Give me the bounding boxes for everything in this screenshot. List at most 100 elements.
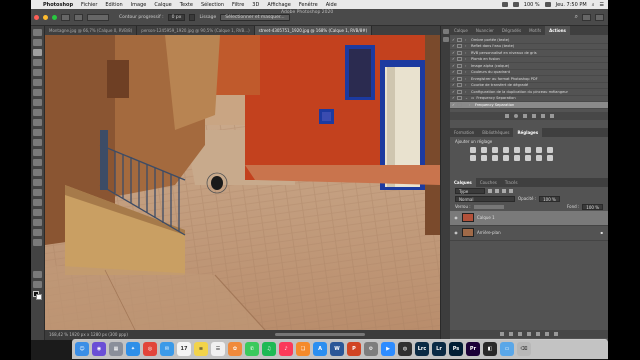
menu-selection[interactable]: Sélection [201,2,224,8]
action-item-selected[interactable]: ✓ › Frequency Separation [450,102,608,109]
gradient-tool-icon[interactable] [33,149,42,156]
quick-select-tool-icon[interactable] [33,59,42,66]
dialog-toggle[interactable] [457,102,462,107]
folder-icon[interactable]: ▭ [500,342,514,356]
check-icon[interactable]: ✓ [450,64,457,68]
eyedropper-tool-icon[interactable] [33,89,42,96]
more-tools-icon[interactable] [33,239,42,246]
new-layer-icon[interactable] [545,332,549,336]
tab-actions[interactable]: Actions [545,26,570,35]
music-icon[interactable]: ♪ [279,342,293,356]
lightroom-classic-icon[interactable]: Lrc [415,342,429,356]
new-action-icon[interactable] [540,113,545,118]
trash-icon[interactable] [549,113,554,118]
layer-row[interactable]: ◉ Arrière-plan ▪ [450,226,608,241]
select-and-mask-button[interactable]: Sélectionner et masquer... [220,13,290,21]
tab-reglages[interactable]: Réglages [513,127,543,137]
history-panel-icon[interactable] [442,29,449,34]
tab-person[interactable]: person-1245959_1920.jpg @ 90,5% (Calque … [137,26,255,35]
spotlight-icon[interactable]: ⌕ [592,2,595,8]
check-icon[interactable]: ✓ [450,83,457,87]
minimize-window-button[interactable] [43,14,48,20]
triangle-icon[interactable] [525,146,531,153]
brightness-contrast-icon[interactable] [470,146,476,153]
photo-filter-icon[interactable] [481,154,487,161]
properties-panel-icon[interactable] [442,37,449,42]
check-icon[interactable]: ✓ [450,70,457,74]
invert-icon[interactable] [514,154,520,161]
vibrance-icon[interactable] [514,146,520,153]
app-menu-name[interactable]: Photoshop [43,2,73,8]
document-canvas[interactable] [45,35,440,330]
tab-montagne[interactable]: Montagne.jpg @ 66,7% (Calque 0, RVB/8) [45,26,138,35]
tab-couches[interactable]: Couches [476,178,501,187]
tab-nuancier[interactable]: Nuancier [472,26,498,35]
dialog-toggle[interactable] [457,50,462,55]
adjustment-filter-icon[interactable] [495,188,499,193]
safari-icon[interactable]: ✦ [126,342,140,356]
trash-icon[interactable]: ⌫ [517,342,531,356]
rectangle-tool-icon[interactable] [33,209,42,216]
launchpad-icon[interactable]: ▦ [109,342,123,356]
hue-saturation-icon[interactable] [536,146,542,153]
zoom-window-button[interactable] [52,14,57,20]
tab-calques[interactable]: Calques [450,177,476,187]
fill-input[interactable]: 100 % [582,203,603,210]
layer-name[interactable]: Calque 1 [477,215,495,220]
history-brush-tool-icon[interactable] [33,129,42,136]
menu-aide[interactable]: Aide [326,2,337,8]
pixel-filter-icon[interactable] [488,188,492,193]
tab-bibliotheques[interactable]: Bibliothèques [478,128,513,137]
quick-mask-icon[interactable] [33,271,42,278]
dialog-toggle[interactable] [457,57,462,62]
tab-street[interactable]: street-4305751_1920.jpg @ 168% (Calque 1… [254,26,373,35]
menu-calque[interactable]: Calque [154,2,171,8]
search-icon[interactable]: ⌕ [575,13,578,21]
levels-icon[interactable] [481,146,487,153]
selection-mode-icon[interactable] [87,13,109,21]
close-window-button[interactable] [34,14,39,20]
dialog-toggle[interactable] [457,44,462,49]
dialog-toggle[interactable] [457,63,462,68]
anti-alias-checkbox[interactable] [189,13,196,21]
lasso-tool-preset-icon[interactable] [74,13,83,21]
background-color-swatch[interactable] [36,294,42,300]
brush-tool-icon[interactable] [33,109,42,116]
control-center-icon[interactable]: ☰ [600,2,604,8]
menu-3d[interactable]: 3D [252,2,259,8]
pen-tool-icon[interactable] [33,179,42,186]
marquee-tool-icon[interactable] [33,39,42,46]
layer-filter-select[interactable]: Type [455,187,485,194]
tab-degrades[interactable]: Dégradés [498,26,525,35]
check-icon[interactable]: ✓ [450,57,457,61]
path-selection-tool-icon[interactable] [33,199,42,206]
preferences-icon[interactable]: ⚙ [364,342,378,356]
menu-fichier[interactable]: Fichier [81,2,97,8]
layer-name[interactable]: Arrière-plan [477,230,501,235]
workspace-icon[interactable] [582,13,591,21]
feather-input[interactable]: 0 px [167,13,186,21]
menu-edition[interactable]: Edition [105,2,122,8]
black-white-icon[interactable] [470,154,476,161]
dialog-toggle[interactable] [457,76,462,81]
check-icon[interactable]: ✓ [450,38,457,42]
zoom-icon[interactable]: ▶ [381,342,395,356]
reminders-icon[interactable]: ☰ [211,342,225,356]
type-tool-icon[interactable] [33,189,42,196]
new-set-icon[interactable] [531,113,536,118]
move-tool-icon[interactable] [33,29,42,36]
color-balance-icon[interactable] [547,146,553,153]
tab-calque[interactable]: Calque [450,26,472,35]
add-mask-icon[interactable] [518,332,522,336]
powerpoint-icon[interactable]: P [347,342,361,356]
menu-image[interactable]: Image [131,2,147,8]
capture-icon[interactable]: ◧ [483,342,497,356]
dialog-toggle[interactable] [457,70,462,75]
siri-icon[interactable]: ◉ [92,342,106,356]
dialog-toggle[interactable] [457,37,462,42]
photoshop-icon[interactable]: Ps [449,342,463,356]
menu-fenetre[interactable]: Fenêtre [299,2,318,8]
link-layers-icon[interactable] [500,332,504,336]
screen-mode-icon[interactable] [33,281,42,288]
chrome-icon[interactable]: ◎ [143,342,157,356]
